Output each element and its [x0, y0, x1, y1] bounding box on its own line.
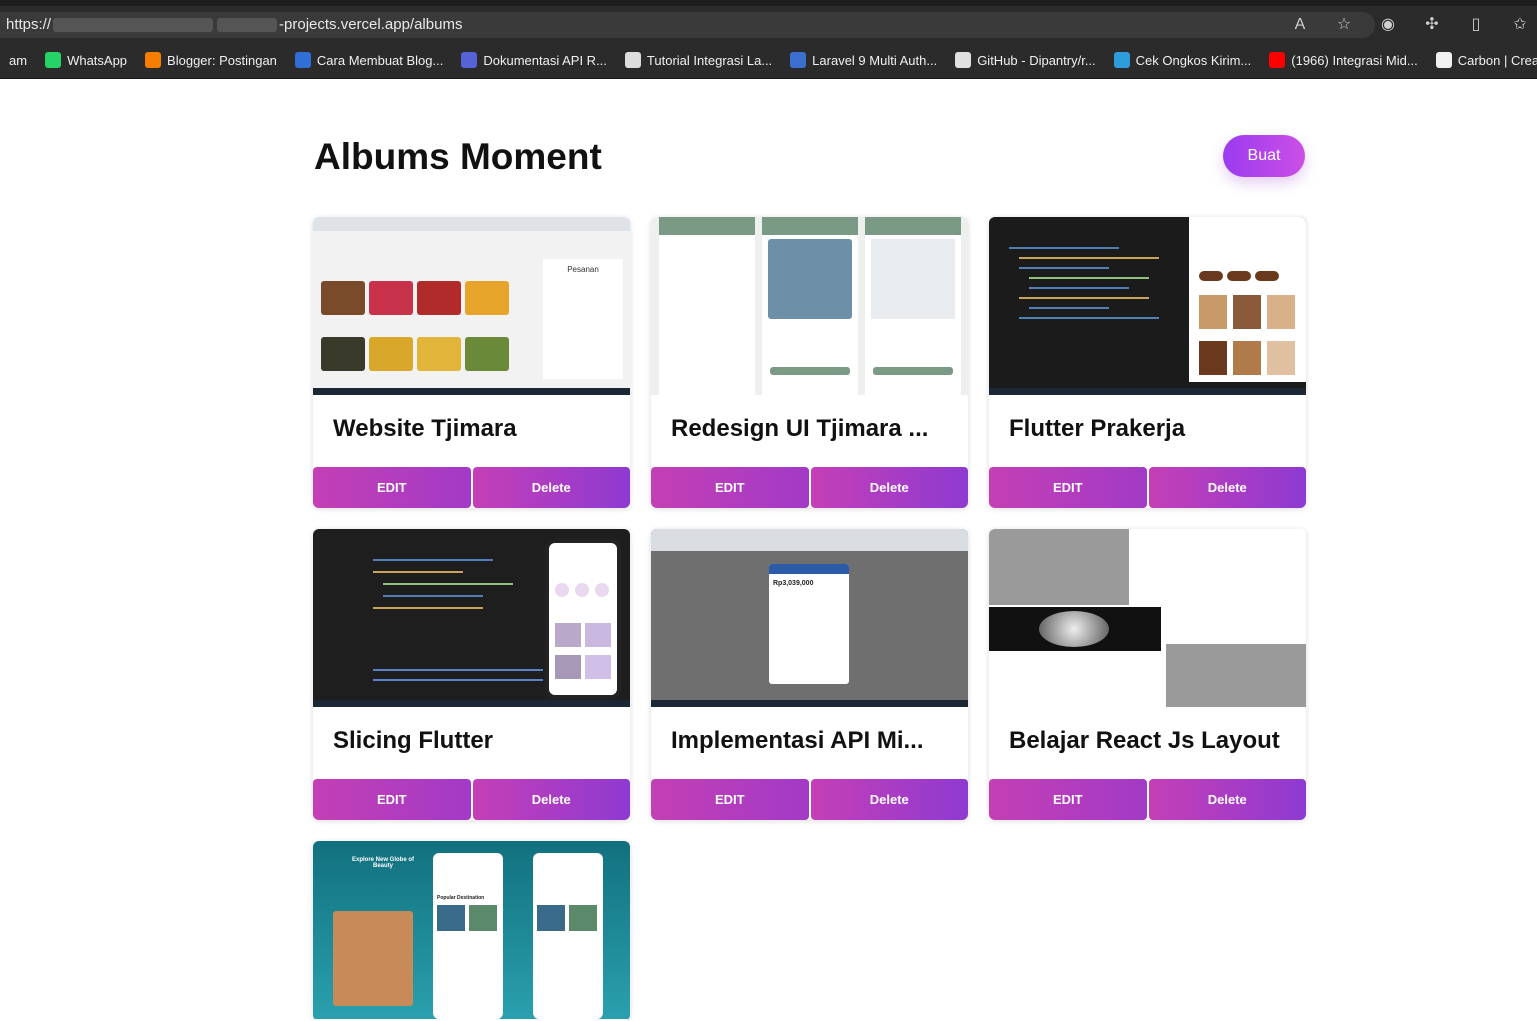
- album-thumbnail[interactable]: Rp3,039,000: [651, 529, 968, 707]
- browser-toolbar-icons: A ☆ ◉ ✣ ▯ ✩: [1289, 14, 1537, 36]
- delete-button[interactable]: Delete: [1148, 779, 1306, 820]
- album-title: Slicing Flutter: [333, 727, 494, 754]
- delete-button[interactable]: Delete: [810, 467, 968, 508]
- edit-button[interactable]: EDIT: [651, 779, 809, 820]
- page-title: Albums Moment: [314, 136, 602, 177]
- bookmark-item[interactable]: Dokumentasi API R...: [452, 52, 616, 68]
- delete-button[interactable]: Delete: [472, 779, 630, 820]
- album-grid: Pesanan Website Tjimara EDIT Delete Rede…: [313, 217, 1306, 1021]
- bookmark-item[interactable]: WhatsApp: [36, 52, 136, 68]
- album-card: Flutter Prakerja EDIT Delete: [989, 217, 1306, 508]
- delete-button[interactable]: Delete: [1148, 467, 1306, 508]
- edit-button[interactable]: EDIT: [989, 467, 1147, 508]
- create-album-button[interactable]: Buat: [1223, 135, 1305, 177]
- favorite-star-icon[interactable]: ☆: [1333, 14, 1355, 36]
- thumb-headline: Explore New Globe of Beauty: [351, 857, 414, 869]
- album-card: Rp3,039,000 Implementasi API Mi... EDIT …: [651, 529, 968, 820]
- edit-button[interactable]: EDIT: [313, 779, 471, 820]
- thumb-price: Rp3,039,000: [773, 580, 814, 587]
- bookmark-label: Tutorial Integrasi La...: [646, 52, 773, 68]
- album-card: Redesign UI Tjimara ... EDIT Delete: [651, 217, 968, 508]
- read-aloud-icon[interactable]: A: [1289, 14, 1311, 36]
- album-title: Redesign UI Tjimara ...: [671, 415, 929, 442]
- bookmark-favicon-icon: [461, 52, 478, 68]
- bookmark-favicon-icon: [1113, 52, 1130, 68]
- edit-button[interactable]: EDIT: [989, 779, 1147, 820]
- split-view-icon[interactable]: ▯: [1465, 14, 1487, 36]
- thumb-panel-label: Pesanan: [567, 265, 599, 274]
- album-title: Website Tjimara: [333, 415, 517, 442]
- edit-button[interactable]: EDIT: [313, 467, 471, 508]
- url-suffix: -projects.vercel.app/albums: [279, 16, 463, 33]
- bookmark-item[interactable]: Cara Membuat Blog...: [286, 52, 452, 68]
- album-card: Belajar React Js Layout EDIT Delete: [989, 529, 1306, 820]
- bookmark-label: Laravel 9 Multi Auth...: [812, 52, 938, 68]
- bookmark-item[interactable]: Carbon | Create and...: [1427, 52, 1537, 68]
- album-card: Explore New Globe of Beauty Popular Dest…: [313, 841, 630, 1021]
- bookmark-label: Cara Membuat Blog...: [316, 52, 444, 68]
- bookmark-item[interactable]: Tutorial Integrasi La...: [616, 52, 781, 68]
- album-thumbnail[interactable]: Explore New Globe of Beauty Popular Dest…: [313, 841, 630, 1019]
- album-thumbnail[interactable]: [989, 217, 1306, 395]
- bookmark-label: Blogger: Postingan: [167, 52, 277, 68]
- url-redacted-2: [217, 18, 278, 33]
- browser-address-bar: https:// -projects.vercel.app/albums A ☆ …: [0, 0, 1537, 42]
- delete-button[interactable]: Delete: [472, 467, 630, 508]
- album-title: Flutter Prakerja: [1009, 415, 1186, 442]
- url-redacted: [53, 18, 214, 33]
- favorites-icon[interactable]: ✩: [1509, 14, 1531, 36]
- edit-button[interactable]: EDIT: [651, 467, 809, 508]
- bookmark-item[interactable]: Blogger: Postingan: [136, 52, 286, 68]
- url-prefix: https://: [6, 16, 52, 33]
- bookmark-favicon-icon: [790, 52, 807, 68]
- bookmark-favicon-icon: [624, 52, 641, 68]
- thumb-section: Popular Destination: [437, 895, 485, 901]
- album-card: Pesanan Website Tjimara EDIT Delete: [313, 217, 630, 508]
- bookmark-label: am: [9, 52, 28, 68]
- album-thumbnail[interactable]: [651, 217, 968, 395]
- album-title: Belajar React Js Layout: [1009, 727, 1280, 754]
- bookmark-favicon-icon: [1269, 52, 1286, 68]
- bookmark-favicon-icon: [1435, 52, 1452, 68]
- bookmark-label: Dokumentasi API R...: [483, 52, 607, 68]
- bookmark-item[interactable]: (1966) Integrasi Mid...: [1260, 52, 1426, 68]
- album-title: Implementasi API Mi...: [671, 727, 924, 754]
- album-card: Slicing Flutter EDIT Delete: [313, 529, 630, 820]
- albums-page: Albums Moment Buat Pesanan Website Tjima…: [0, 80, 1537, 1021]
- bookmarks-bar: am WhatsApp Blogger: Postingan Cara Membuat…: [0, 42, 1537, 79]
- bookmark-favicon-icon: [294, 52, 311, 68]
- album-thumbnail[interactable]: [989, 529, 1306, 707]
- bookmark-label: Carbon | Create and...: [1457, 52, 1537, 68]
- bookmark-label: WhatsApp: [67, 52, 128, 68]
- puzzle-icon[interactable]: ✣: [1421, 14, 1443, 36]
- delete-button[interactable]: Delete: [810, 779, 968, 820]
- bookmark-favicon-icon: [145, 52, 162, 68]
- extension-icon[interactable]: ◉: [1377, 14, 1399, 36]
- bookmark-label: GitHub - Dipantry/r...: [977, 52, 1096, 68]
- bookmark-favicon-icon: [45, 52, 62, 68]
- bookmark-item[interactable]: Cek Ongkos Kirim...: [1105, 52, 1261, 68]
- bookmark-item[interactable]: Laravel 9 Multi Auth...: [781, 52, 946, 68]
- bookmark-item[interactable]: am: [0, 53, 36, 68]
- bookmark-label: Cek Ongkos Kirim...: [1135, 52, 1252, 68]
- album-thumbnail[interactable]: Pesanan: [313, 217, 630, 395]
- bookmark-label: (1966) Integrasi Mid...: [1291, 52, 1418, 68]
- url-field[interactable]: https:// -projects.vercel.app/albums: [0, 12, 1375, 38]
- album-thumbnail[interactable]: [313, 529, 630, 707]
- bookmark-favicon-icon: [955, 52, 972, 68]
- bookmark-item[interactable]: GitHub - Dipantry/r...: [946, 52, 1104, 68]
